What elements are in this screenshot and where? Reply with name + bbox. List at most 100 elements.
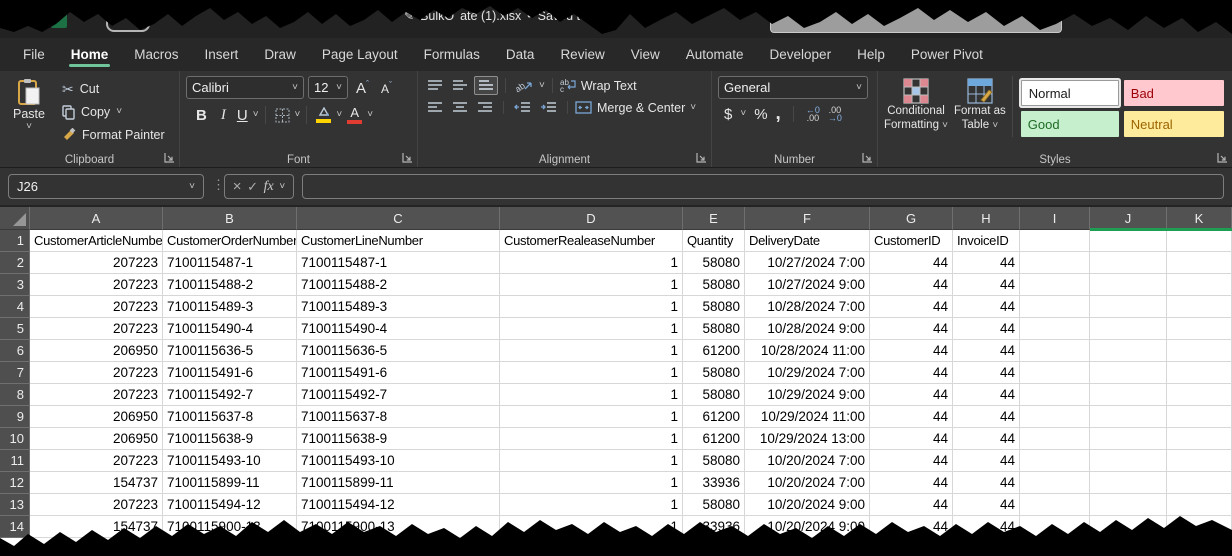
cell-I6[interactable] [1020,340,1090,362]
number-dialog-launcher-icon[interactable] [862,152,873,163]
merge-center-button[interactable]: Merge & Center ˅ [575,101,696,115]
cell-B4[interactable]: 7100115489-3 [163,296,297,318]
row-header-13[interactable]: 13 [0,494,30,516]
tab-developer[interactable]: Developer [757,38,845,71]
row-header-6[interactable]: 6 [0,340,30,362]
row-header-12[interactable]: 12 [0,472,30,494]
cell-H4[interactable]: 44 [953,296,1020,318]
cell-J7[interactable] [1090,362,1167,384]
cell-A2[interactable]: 207223 [30,252,163,274]
cell-C6[interactable]: 7100115636-5 [297,340,500,362]
cell-H2[interactable]: 44 [953,252,1020,274]
cell-B10[interactable]: 7100115638-9 [163,428,297,450]
font-size-combo[interactable]: 12 ˅ [308,76,348,99]
cell-G12[interactable]: 44 [870,472,953,494]
align-left-button[interactable] [424,99,446,116]
cell-E9[interactable]: 61200 [683,406,745,428]
cell-C3[interactable]: 7100115488-2 [297,274,500,296]
paste-button[interactable]: Paste ˅ [6,76,52,151]
cell-F2[interactable]: 10/27/2024 7:00 [745,252,870,274]
cell-G2[interactable]: 44 [870,252,953,274]
cell-C9[interactable]: 7100115637-8 [297,406,500,428]
cell-E6[interactable]: 61200 [683,340,745,362]
cell-A7[interactable]: 207223 [30,362,163,384]
cell-E2[interactable]: 58080 [683,252,745,274]
align-right-button[interactable] [474,99,496,116]
cell-A5[interactable]: 207223 [30,318,163,340]
row-header-3[interactable]: 3 [0,274,30,296]
cell-K9[interactable] [1167,406,1232,428]
cell-J2[interactable] [1090,252,1167,274]
tab-data[interactable]: Data [493,38,548,71]
column-header-G[interactable]: G [870,207,953,230]
comma-format-button[interactable]: , [776,109,781,119]
cell-K13[interactable] [1167,494,1232,516]
tab-power-pivot[interactable]: Power Pivot [898,38,996,71]
tab-formulas[interactable]: Formulas [411,38,493,71]
cell-I1[interactable] [1020,230,1090,252]
autosave-toggle[interactable] [106,15,150,32]
cell-E4[interactable]: 58080 [683,296,745,318]
row-header-8[interactable]: 8 [0,384,30,406]
cell-K10[interactable] [1167,428,1232,450]
enter-button[interactable]: ✓ [247,179,258,195]
cell-C4[interactable]: 7100115489-3 [297,296,500,318]
tab-draw[interactable]: Draw [251,38,309,71]
cell-G10[interactable]: 44 [870,428,953,450]
increase-indent-button[interactable] [537,99,560,116]
cell-F9[interactable]: 10/29/2024 11:00 [745,406,870,428]
top-align-button[interactable] [424,77,446,94]
cell-I9[interactable] [1020,406,1090,428]
cell-F1[interactable]: DeliveryDate [745,230,870,252]
cell-J3[interactable] [1090,274,1167,296]
cell-I10[interactable] [1020,428,1090,450]
cell-E13[interactable]: 58080 [683,494,745,516]
cell-J10[interactable] [1090,428,1167,450]
cell-J1[interactable] [1090,230,1167,252]
cell-K7[interactable] [1167,362,1232,384]
cell-I13[interactable] [1020,494,1090,516]
tab-automate[interactable]: Automate [673,38,757,71]
cell-F13[interactable]: 10/20/2024 9:00 [745,494,870,516]
select-all-button[interactable] [0,207,30,230]
cell-B8[interactable]: 7100115492-7 [163,384,297,406]
italic-button[interactable]: I [215,107,232,124]
decrease-indent-button[interactable] [511,99,534,116]
row-header-10[interactable]: 10 [0,428,30,450]
number-format-combo[interactable]: General ˅ [718,76,868,99]
cell-A6[interactable]: 206950 [30,340,163,362]
cell-B14[interactable]: 7100115900-13 [163,516,297,538]
cell-I4[interactable] [1020,296,1090,318]
cell-F5[interactable]: 10/28/2024 9:00 [745,318,870,340]
column-header-K[interactable]: K [1167,207,1232,230]
cell-style-bad[interactable]: Bad [1124,80,1224,106]
cell-J5[interactable] [1090,318,1167,340]
cell-C2[interactable]: 7100115487-1 [297,252,500,274]
cell-I7[interactable] [1020,362,1090,384]
cell-F11[interactable]: 10/20/2024 7:00 [745,450,870,472]
cell-E7[interactable]: 58080 [683,362,745,384]
cell-C13[interactable]: 7100115494-12 [297,494,500,516]
name-box[interactable]: J26 ˅ [8,174,204,199]
cell-K14[interactable] [1167,516,1232,538]
increase-decimal-button[interactable]: ←0.00 [806,106,820,122]
cell-D7[interactable]: 1 [500,362,683,384]
cell-A4[interactable]: 207223 [30,296,163,318]
cell-C7[interactable]: 7100115491-6 [297,362,500,384]
font-dialog-launcher-icon[interactable] [402,152,413,163]
cell-A1[interactable]: CustomerArticleNumber [30,230,163,252]
cell-D12[interactable]: 1 [500,472,683,494]
cell-K3[interactable] [1167,274,1232,296]
cell-G9[interactable]: 44 [870,406,953,428]
cell-B2[interactable]: 7100115487-1 [163,252,297,274]
cell-F4[interactable]: 10/28/2024 7:00 [745,296,870,318]
cell-D1[interactable]: CustomerRealeaseNumber [500,230,683,252]
cell-H9[interactable]: 44 [953,406,1020,428]
formula-input[interactable] [302,174,1224,199]
cell-C1[interactable]: CustomerLineNumber [297,230,500,252]
cell-A14[interactable]: 154737 [30,516,163,538]
increase-font-size-button[interactable]: Aˆ [352,79,373,97]
cell-D2[interactable]: 1 [500,252,683,274]
cell-G4[interactable]: 44 [870,296,953,318]
cell-A10[interactable]: 206950 [30,428,163,450]
